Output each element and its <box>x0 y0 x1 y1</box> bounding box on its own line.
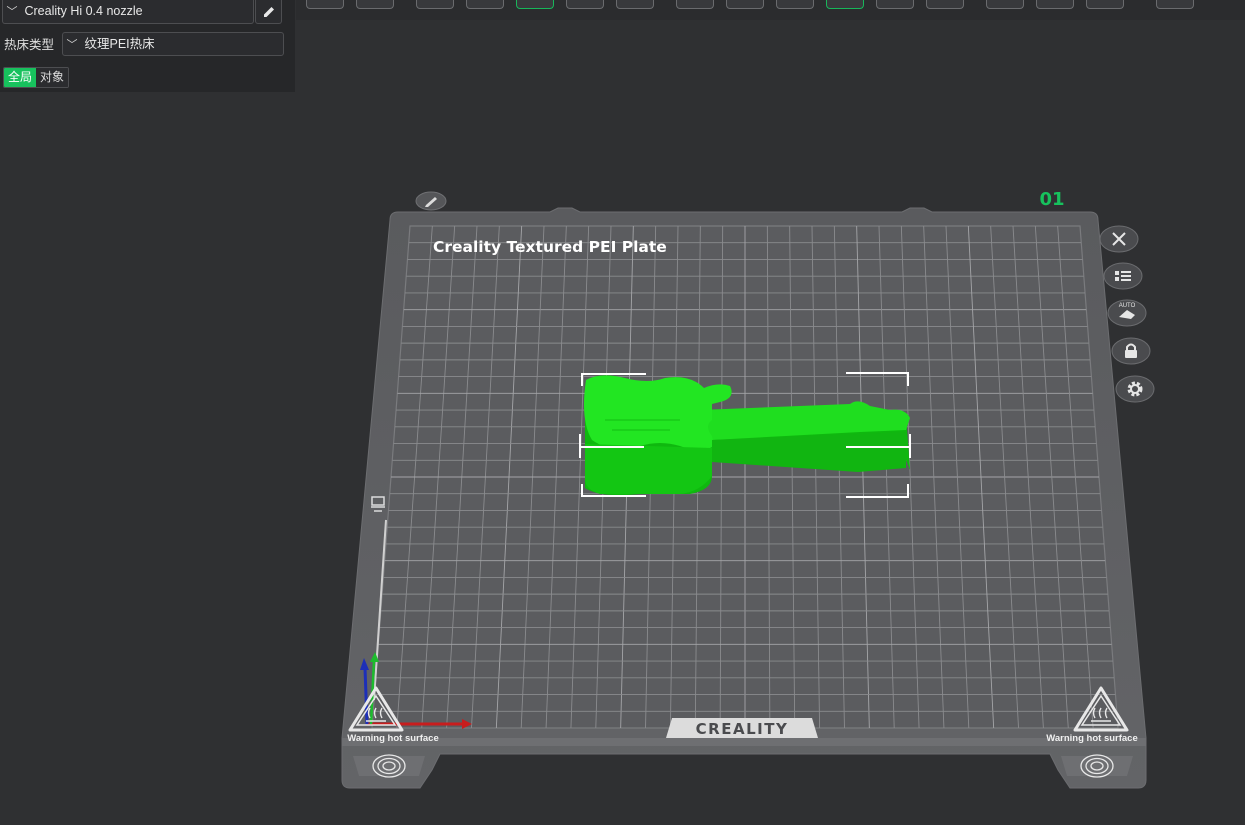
plate-settings-button[interactable] <box>1115 375 1155 403</box>
plate-number: 01 <box>1039 189 1064 210</box>
toolbar-button-13[interactable] <box>926 0 964 9</box>
toolbar-button-12[interactable] <box>876 0 914 9</box>
viewport-3d[interactable]: Warning hot surface Warning hot surface … <box>0 0 1245 825</box>
chevron-down-icon: ﹀ <box>66 39 78 51</box>
bed-type-value: 纹理PEI热床 <box>84 37 155 51</box>
tab-global[interactable]: 全局 <box>4 68 37 87</box>
fingerprint-icon <box>353 754 425 778</box>
auto-orient-button[interactable]: AUTO <box>1107 299 1147 327</box>
toolbar-button-1[interactable] <box>306 0 344 9</box>
warning-text-right: Warning hot surface <box>1046 733 1138 744</box>
arrange-list-button[interactable] <box>1103 262 1143 290</box>
close-plate-button[interactable] <box>1099 225 1139 253</box>
toolbar-button-3[interactable] <box>416 0 454 9</box>
toolbar-button-14[interactable] <box>986 0 1024 9</box>
toolbar-button-5[interactable] <box>516 0 554 9</box>
tab-object[interactable]: 对象 <box>36 68 69 87</box>
lock-plate-button[interactable] <box>1111 337 1151 365</box>
auto-caption: AUTO <box>1119 303 1136 309</box>
plate-title: Creality Textured PEI Plate <box>433 238 667 256</box>
warning-text-left: Warning hot surface <box>347 733 439 744</box>
toolbar-button-16[interactable] <box>1086 0 1124 9</box>
top-toolbar <box>296 0 1245 20</box>
toolbar-button-10[interactable] <box>776 0 814 9</box>
toolbar-button-8[interactable] <box>676 0 714 9</box>
scope-tabs: 全局 对象 <box>3 67 70 88</box>
bed-type-label: 热床类型 <box>4 38 55 52</box>
toolbar-button-15[interactable] <box>1036 0 1074 9</box>
edit-plate-name-button[interactable] <box>415 191 447 211</box>
toolbar-button-4[interactable] <box>466 0 504 9</box>
plate-front-edge <box>342 738 1146 746</box>
fingerprint-icon-right <box>1061 754 1133 778</box>
toolbar-button-2[interactable] <box>356 0 394 9</box>
toolbar-button-6[interactable] <box>566 0 604 9</box>
printer-settings-panel: ﹀ Creality Hi 0.4 nozzle 热床类型 ﹀ 纹理PEI热床 … <box>0 0 295 92</box>
toolbar-button-7[interactable] <box>616 0 654 9</box>
edit-printer-button[interactable] <box>255 0 282 24</box>
pencil-icon <box>263 6 274 17</box>
toolbar-button-17[interactable] <box>1156 0 1194 9</box>
bed-type-select[interactable]: ﹀ 纹理PEI热床 <box>62 32 284 56</box>
toolbar-button-11[interactable] <box>826 0 864 9</box>
printer-name: Creality Hi 0.4 nozzle <box>24 4 143 18</box>
brand-logo-text: CREALITY <box>696 720 789 738</box>
chevron-down-icon: ﹀ <box>6 6 18 18</box>
printer-select[interactable]: ﹀ Creality Hi 0.4 nozzle <box>2 0 254 24</box>
toolbar-button-9[interactable] <box>726 0 764 9</box>
